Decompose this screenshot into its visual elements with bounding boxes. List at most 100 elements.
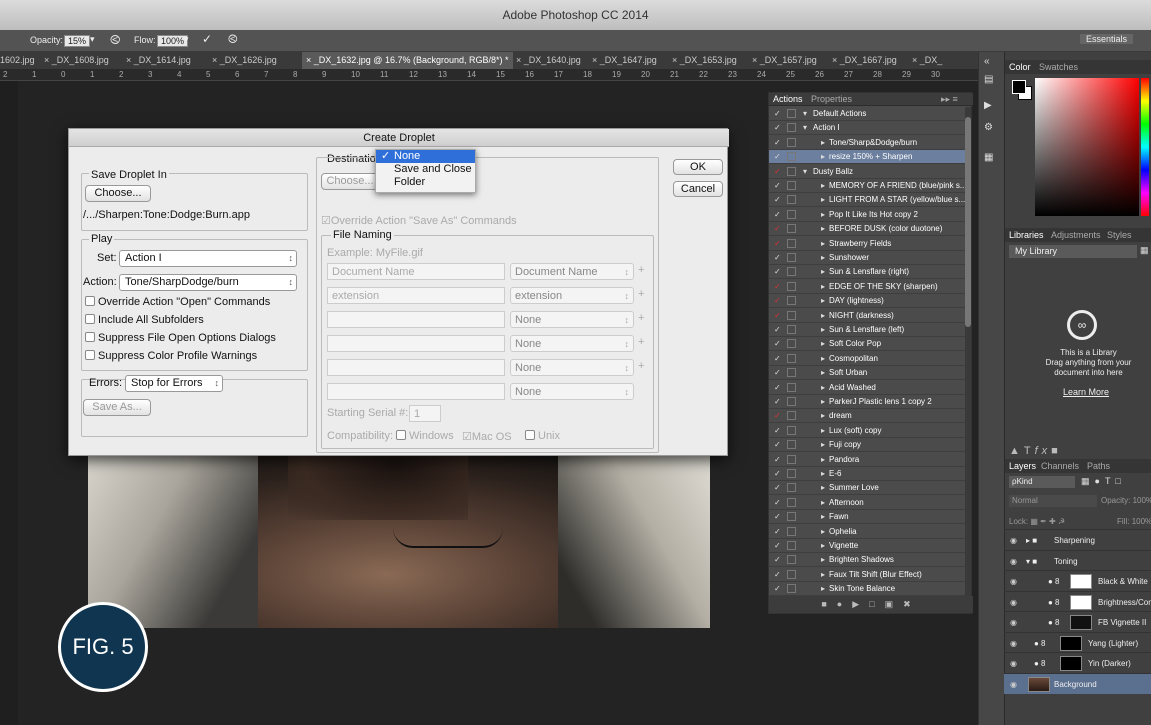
checkmark-icon[interactable]: ✓ bbox=[774, 582, 781, 596]
collapse-icon[interactable]: « bbox=[984, 56, 990, 67]
layer-opacity[interactable]: Opacity: 100% bbox=[1101, 496, 1151, 505]
document-tab[interactable]: × _DX_1614.jpg bbox=[126, 55, 191, 65]
tab-channels[interactable]: Channels bbox=[1041, 459, 1079, 473]
checkmark-icon[interactable]: ✓ bbox=[774, 395, 781, 409]
action-item[interactable]: ✓ ▸ DAY (lightness) bbox=[769, 294, 965, 309]
dialog-toggle-box[interactable] bbox=[787, 454, 796, 464]
action-item[interactable]: ✓ ▸ Lux (soft) copy bbox=[769, 424, 965, 438]
action-item[interactable]: ✓ ▸ ParkerJ Plastic lens 1 copy 2 bbox=[769, 395, 965, 409]
scroll-thumb[interactable] bbox=[965, 117, 971, 327]
action-item[interactable]: ✓ ▸ Brighten Shadows bbox=[769, 553, 965, 568]
library-selector[interactable]: My Library bbox=[1009, 245, 1137, 258]
document-tab[interactable]: × _DX_1653.jpg bbox=[672, 55, 737, 65]
checkmark-icon[interactable]: ✓ bbox=[774, 136, 781, 150]
expand-arrow-icon[interactable]: ▸ bbox=[821, 179, 825, 193]
naming-select[interactable]: Document Name bbox=[510, 263, 634, 280]
airbrush-icon[interactable]: ⧀ bbox=[110, 32, 120, 48]
dialog-toggle-box[interactable] bbox=[787, 469, 796, 478]
dialog-toggle-box[interactable] bbox=[787, 224, 796, 234]
action-item[interactable]: ✓ ▸ dream bbox=[769, 409, 965, 424]
checkmark-icon[interactable]: ✓ bbox=[774, 352, 781, 366]
dialog-toggle-box[interactable] bbox=[787, 440, 796, 450]
dialog-toggle-box[interactable] bbox=[787, 310, 796, 320]
action-item[interactable]: ✓ ▸ Vignette bbox=[769, 539, 965, 553]
checkmark-icon[interactable]: ✓ bbox=[774, 107, 781, 121]
foreground-color-swatch[interactable] bbox=[1012, 80, 1026, 94]
checkmark-icon[interactable]: ✓ bbox=[774, 496, 781, 510]
checkmark-icon[interactable]: ✓ bbox=[774, 525, 781, 539]
layer-row[interactable]: ◉ ● 8 FB Vignette II bbox=[1004, 611, 1151, 632]
tab-libraries[interactable]: Libraries bbox=[1009, 228, 1044, 242]
destination-option-save-close[interactable]: Save and Close bbox=[376, 163, 475, 176]
destination-choose-button[interactable]: Choose... bbox=[321, 173, 379, 190]
checkbox-box[interactable] bbox=[396, 430, 406, 440]
panel-menu-icon[interactable]: ▸▸ ≡ bbox=[941, 93, 958, 106]
action-item[interactable]: ✓ ▸ Fuji copy bbox=[769, 438, 965, 453]
naming-field[interactable]: Document Name bbox=[327, 263, 505, 280]
unix-checkbox[interactable]: Unix bbox=[525, 430, 560, 442]
document-tab[interactable]: 1602.jpg bbox=[0, 55, 35, 65]
info-icon[interactable]: ▦ bbox=[984, 152, 993, 163]
dialog-toggle-box[interactable] bbox=[787, 353, 796, 363]
expand-arrow-icon[interactable]: ▸ bbox=[821, 510, 825, 524]
expand-arrow-icon[interactable]: ▾ bbox=[803, 121, 807, 135]
learn-more-link[interactable]: Learn More bbox=[1063, 387, 1109, 397]
checkmark-icon[interactable]: ✓ bbox=[774, 222, 781, 236]
expand-arrow-icon[interactable]: ▾ bbox=[803, 165, 807, 179]
delete-icon[interactable]: ✖ bbox=[903, 599, 921, 609]
new-action-icon[interactable]: ▣ bbox=[885, 599, 904, 609]
action-item[interactable]: ✓ ▸ NIGHT (darkness) bbox=[769, 309, 965, 323]
action-item[interactable]: ✓ ▸ Soft Color Pop bbox=[769, 337, 965, 352]
checkbox-box[interactable] bbox=[85, 314, 95, 324]
checkmark-icon[interactable]: ✓ bbox=[774, 121, 781, 135]
checkmark-icon[interactable]: ✓ bbox=[774, 381, 781, 395]
action-select[interactable]: Tone/SharpDodge/burn bbox=[119, 274, 297, 291]
include-subfolders-checkbox[interactable]: Include All Subfolders bbox=[85, 314, 204, 326]
action-item[interactable]: ✓ ▸ Sunshower bbox=[769, 251, 965, 265]
brush-mode-icon[interactable]: ✓ bbox=[202, 32, 212, 46]
action-item[interactable]: ✓ ▸ Summer Love bbox=[769, 481, 965, 496]
document-tab[interactable]: × _DX_1647.jpg bbox=[592, 55, 657, 65]
expand-arrow-icon[interactable]: ▸ bbox=[821, 222, 825, 236]
checkmark-icon[interactable]: ✓ bbox=[774, 265, 781, 279]
action-item[interactable]: ✓ ▸ MEMORY OF A FRIEND (blue/pink s... bbox=[769, 179, 967, 193]
checkmark-icon[interactable]: ✓ bbox=[774, 280, 781, 294]
dialog-toggle-box[interactable] bbox=[787, 296, 796, 306]
expand-arrow-icon[interactable]: ▸ bbox=[821, 381, 825, 395]
dialog-toggle-box[interactable] bbox=[787, 209, 796, 219]
action-item[interactable]: ✓ ▸ Sun & Lensflare (right) bbox=[769, 265, 965, 280]
workspace-selector[interactable]: Essentials bbox=[1080, 34, 1134, 44]
expand-arrow-icon[interactable]: ▸ bbox=[821, 568, 825, 582]
document-tab[interactable]: × _DX_1608.jpg bbox=[44, 55, 109, 65]
layer-row[interactable]: ◉ Background bbox=[1004, 672, 1151, 694]
naming-select[interactable]: None bbox=[510, 383, 634, 400]
action-item[interactable]: ✓ ▸ Cosmopolitan bbox=[769, 352, 965, 366]
mac-os-checkbox[interactable]: ☑Mac OS bbox=[462, 430, 512, 443]
action-item[interactable]: ✓ ▾ Default Actions bbox=[769, 107, 965, 121]
override-open-checkbox[interactable]: Override Action "Open" Commands bbox=[85, 296, 270, 308]
action-item[interactable]: ✓ ▸ resize 150% + Sharpen bbox=[769, 150, 965, 165]
expand-arrow-icon[interactable]: ▸ bbox=[821, 395, 825, 409]
document-tab[interactable]: × _DX_1657.jpg bbox=[752, 55, 817, 65]
dialog-toggle-box[interactable] bbox=[787, 181, 796, 190]
expand-arrow-icon[interactable]: ▸ bbox=[821, 481, 825, 495]
eye-icon[interactable]: ◉ bbox=[1010, 653, 1017, 674]
dialog-toggle-box[interactable] bbox=[787, 152, 796, 162]
naming-field[interactable] bbox=[327, 383, 505, 400]
action-item[interactable]: ✓ ▾ Dusty Ballz bbox=[769, 165, 965, 179]
tab-layers[interactable]: Layers bbox=[1009, 459, 1036, 473]
eye-icon[interactable]: ◉ bbox=[1010, 592, 1017, 613]
checkbox-box[interactable] bbox=[85, 350, 95, 360]
dialog-toggle-box[interactable] bbox=[787, 397, 796, 406]
choose-droplet-button[interactable]: Choose... bbox=[85, 185, 151, 202]
checkmark-icon[interactable]: ✓ bbox=[774, 237, 781, 251]
expand-arrow-icon[interactable]: ▸ bbox=[821, 539, 825, 553]
checkmark-icon[interactable]: ✓ bbox=[774, 208, 781, 222]
dialog-toggle-box[interactable] bbox=[787, 483, 796, 493]
folder-icon[interactable]: ▸ ■ bbox=[1026, 530, 1037, 551]
chevron-down-icon[interactable]: ▾ bbox=[90, 34, 95, 45]
layer-row[interactable]: ◉ ● 8 Black & White bbox=[1004, 570, 1151, 591]
dialog-toggle-box[interactable] bbox=[787, 425, 796, 435]
action-item[interactable]: ✓ ▸ LIGHT FROM A STAR (yellow/blue s... bbox=[769, 193, 965, 208]
action-item[interactable]: ✓ ▸ Pandora bbox=[769, 453, 965, 467]
